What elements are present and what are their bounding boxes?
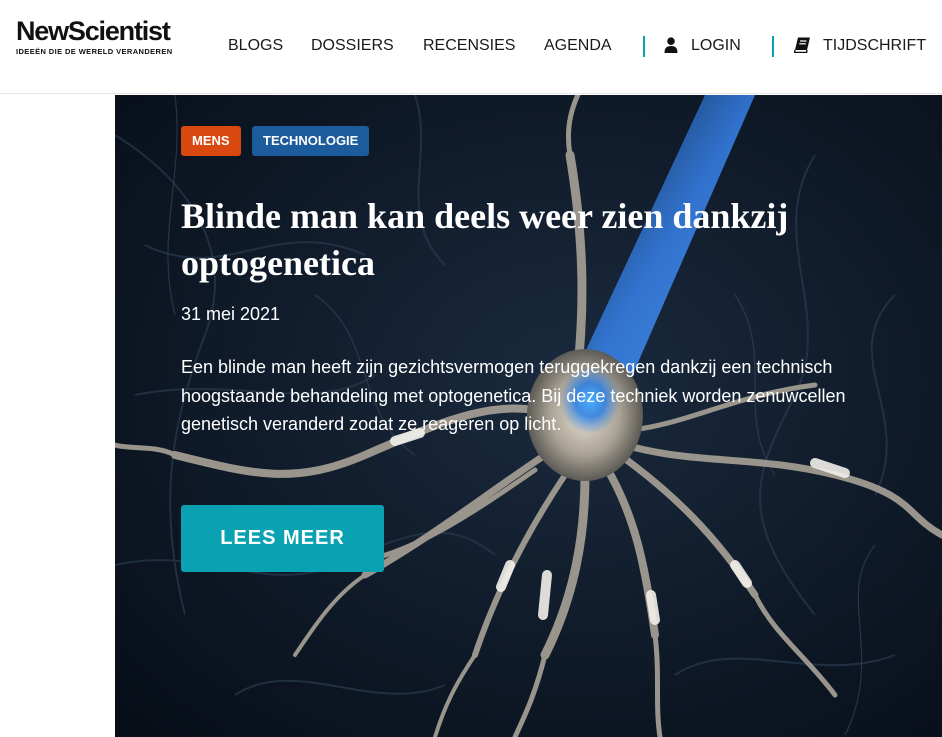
magazine-label: TIJDSCHRIFT — [823, 37, 927, 54]
nav-divider — [772, 36, 774, 57]
book-icon — [794, 37, 810, 53]
article-summary: Een blinde man heeft zijn gezichtsvermog… — [181, 357, 846, 434]
nav-agenda[interactable]: AGENDA — [544, 36, 612, 56]
magazine-link[interactable]: TIJDSCHRIFT — [794, 36, 926, 56]
logo-wordmark: NewScientist — [16, 16, 171, 46]
article-title[interactable]: Blinde man kan deels weer zien dankzij o… — [181, 193, 901, 287]
site-logo[interactable]: NewScientist IDEEËN DIE DE WERELD VERAND… — [16, 16, 173, 57]
user-icon — [664, 37, 678, 53]
tag-mens[interactable]: MENS — [181, 126, 241, 156]
article-date: 31 mei 2021 — [181, 304, 281, 324]
nav-divider — [643, 36, 645, 57]
read-more-button[interactable]: LEES MEER — [181, 505, 384, 572]
site-header: NewScientist IDEEËN DIE DE WERELD VERAND… — [0, 0, 942, 94]
nav-blogs[interactable]: BLOGS — [228, 36, 283, 56]
logo-tagline: IDEEËN DIE DE WERELD VERANDEREN — [16, 47, 173, 56]
nav-dossiers[interactable]: DOSSIERS — [311, 36, 394, 56]
nav-recensies[interactable]: RECENSIES — [423, 36, 515, 56]
tag-technologie[interactable]: TECHNOLOGIE — [252, 126, 370, 156]
hero-banner[interactable]: MENS TECHNOLOGIE Blinde man kan deels we… — [115, 95, 942, 737]
login-link[interactable]: LOGIN — [664, 36, 741, 56]
login-label: LOGIN — [691, 37, 741, 54]
